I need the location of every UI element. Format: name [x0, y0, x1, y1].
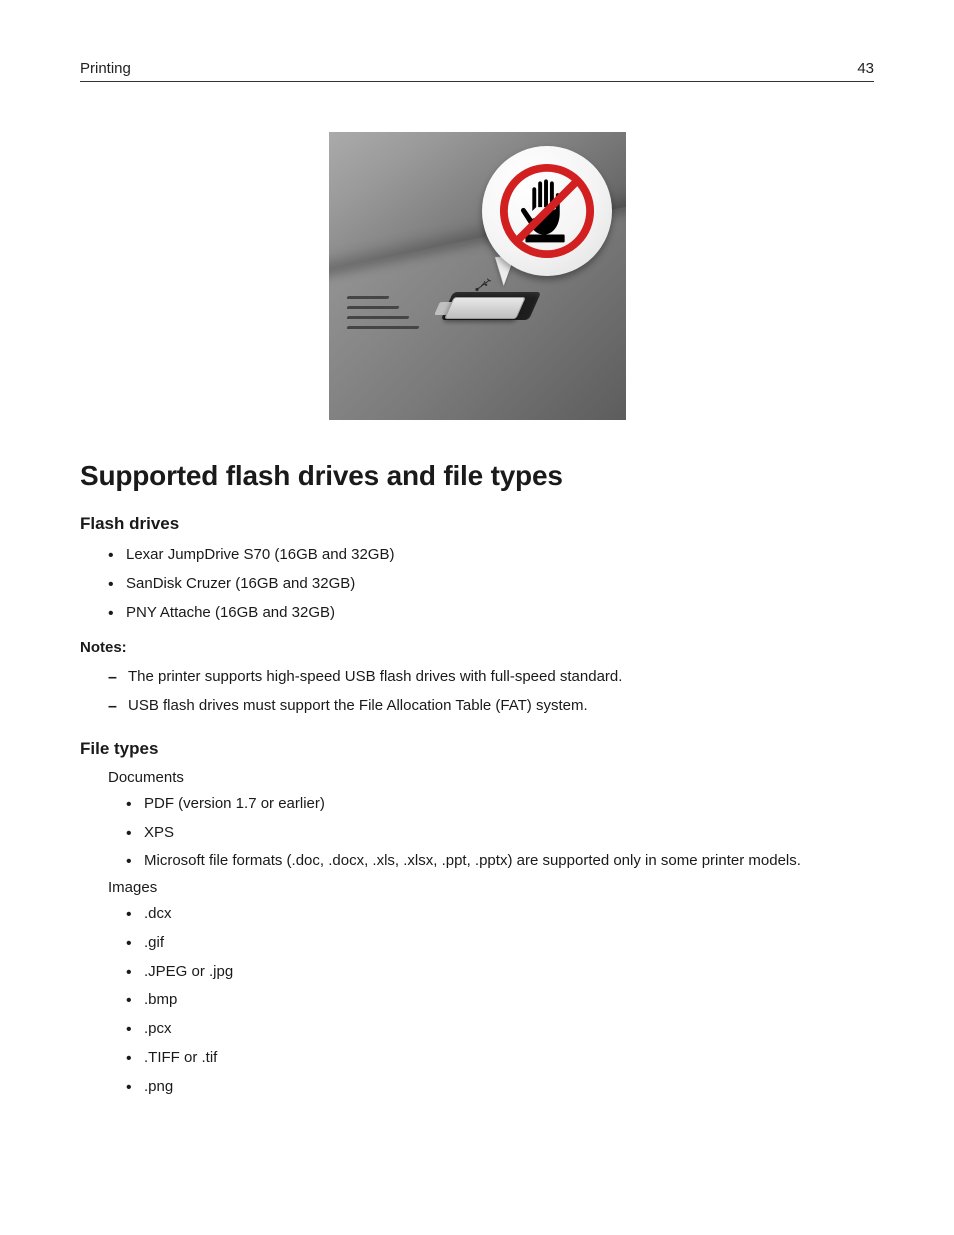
list-item: .png: [126, 1076, 874, 1098]
list-item: PDF (version 1.7 or earlier): [126, 793, 874, 815]
list-item: SanDisk Cruzer (16GB and 32GB): [108, 573, 874, 595]
page-title: Supported flash drives and file types: [80, 460, 874, 492]
file-types-heading: File types: [80, 739, 874, 759]
flash-drives-heading: Flash drives: [80, 514, 874, 534]
list-item: .TIFF or .tif: [126, 1047, 874, 1069]
notes-label: Notes:: [80, 639, 874, 656]
flash-drives-list: Lexar JumpDrive S70 (16GB and 32GB) SanD…: [80, 544, 874, 623]
documents-label: Documents: [80, 769, 874, 786]
list-item: .pcx: [126, 1018, 874, 1040]
figure-container: [80, 132, 874, 420]
list-item: .bmp: [126, 989, 874, 1011]
list-item: .JPEG or .jpg: [126, 961, 874, 983]
images-list: .dcx .gif .JPEG or .jpg .bmp .pcx .TIFF …: [80, 903, 874, 1097]
do-not-touch-icon: [482, 146, 612, 276]
header-section: Printing: [80, 60, 131, 77]
documents-list: PDF (version 1.7 or earlier) XPS Microso…: [80, 793, 874, 872]
list-item: The printer supports high-speed USB flas…: [108, 666, 874, 688]
list-item: USB flash drives must support the File A…: [108, 695, 874, 717]
list-item: PNY Attache (16GB and 32GB): [108, 602, 874, 624]
list-item: Microsoft file formats (.doc, .docx, .xl…: [126, 850, 874, 872]
list-item: .gif: [126, 932, 874, 954]
list-item: XPS: [126, 822, 874, 844]
list-item: .dcx: [126, 903, 874, 925]
usb-do-not-touch-figure: [329, 132, 626, 420]
list-item: Lexar JumpDrive S70 (16GB and 32GB): [108, 544, 874, 566]
page-header: Printing 43: [80, 60, 874, 82]
header-page-number: 43: [857, 60, 874, 77]
notes-list: The printer supports high-speed USB flas…: [80, 666, 874, 717]
images-label: Images: [80, 879, 874, 896]
